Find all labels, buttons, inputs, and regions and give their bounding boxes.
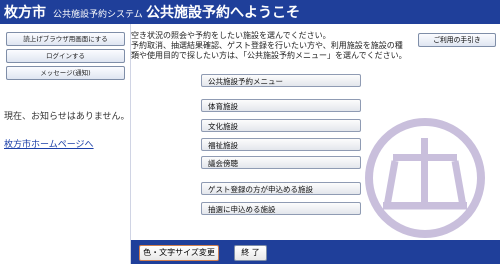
instruction-line: 類や使用目的で探したい方は、「公共施設予約メニュー」を選んでください。 <box>131 51 407 60</box>
instruction-line: 予約取消、抽選結果確認、ゲスト登録を行いたい方や、利用施設を施設の種 <box>131 41 403 50</box>
homepage-link[interactable]: 枚方市ホームページへ <box>4 137 94 150</box>
sidebar: 読上げブラウザ用画面にする ログインする メッセージ(通知) 現在、お知らせはあ… <box>0 24 131 264</box>
color-text-size-button[interactable]: 色・文字サイズ変更 <box>139 245 219 261</box>
lottery-facility-button[interactable]: 抽選に申込める施設 <box>201 202 361 215</box>
usage-guide-button[interactable]: ご利用の手引き <box>418 33 496 47</box>
city-name: 枚方市 <box>4 5 46 21</box>
instruction-line: 空き状況の照会や予約をしたい施設を選んでください。 <box>131 31 331 40</box>
welfare-facility-button[interactable]: 福祉施設 <box>201 138 361 151</box>
guest-facility-button[interactable]: ゲスト登録の方が申込める施設 <box>201 182 361 195</box>
screen-reader-button[interactable]: 読上げブラウザ用画面にする <box>6 32 125 46</box>
page-title: 公共施設予約へようこそ <box>146 5 300 21</box>
culture-facility-button[interactable]: 文化施設 <box>201 119 361 132</box>
message-button[interactable]: メッセージ(通知) <box>6 66 125 80</box>
login-button[interactable]: ログインする <box>6 49 125 63</box>
exit-button[interactable]: 終 了 <box>234 245 267 261</box>
header-bar: 枚方市 公共施設予約システム 公共施設予約へようこそ <box>0 0 500 24</box>
sports-facility-button[interactable]: 体育施設 <box>201 99 361 112</box>
system-name: 公共施設予約システム <box>53 10 143 20</box>
instructions: 空き状況の照会や予約をしたい施設を選んでください。 予約取消、抽選結果確認、ゲス… <box>131 31 416 61</box>
facility-menu-button[interactable]: 公共施設予約メニュー <box>201 74 361 87</box>
footer-bar: 色・文字サイズ変更 終 了 <box>131 240 500 264</box>
notice-text: 現在、お知らせはありません。 <box>4 112 130 122</box>
city-emblem-icon <box>365 118 485 238</box>
council-gallery-button[interactable]: 議会傍聴 <box>201 156 361 169</box>
